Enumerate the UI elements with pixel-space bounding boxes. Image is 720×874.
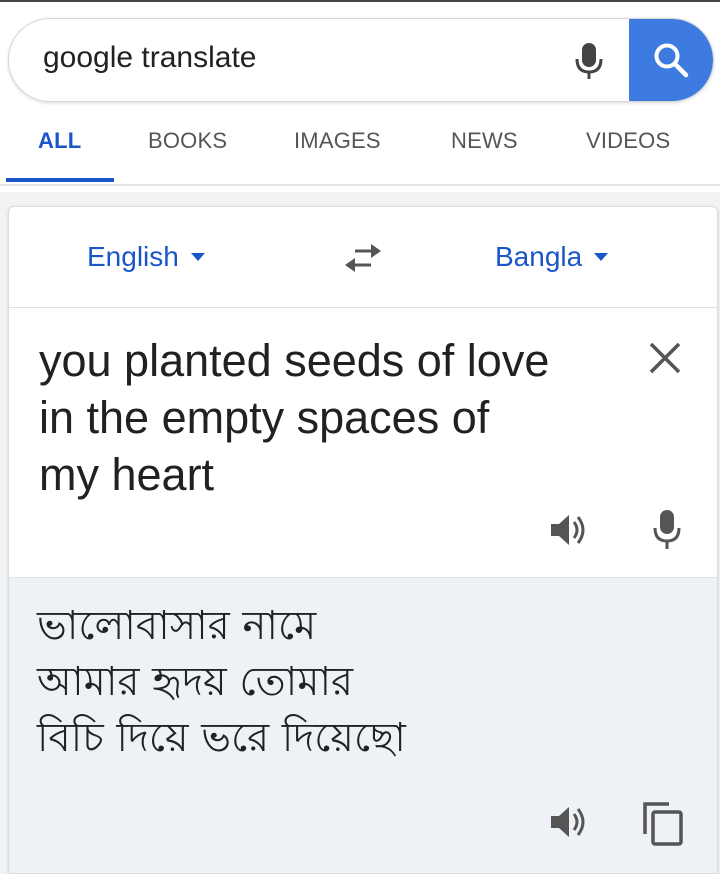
mic-icon[interactable]	[569, 39, 609, 83]
translate-card: English Bangla you planted seeds of love…	[8, 206, 718, 874]
source-text-panel: you planted seeds of love in the empty s…	[9, 308, 717, 576]
translated-line: বিচি দিয়ে ভরে দিয়েছো	[37, 715, 406, 761]
search-button[interactable]	[629, 19, 713, 101]
speaker-icon[interactable]	[547, 800, 591, 844]
speaker-icon[interactable]	[547, 508, 591, 552]
target-language-dropdown[interactable]: Bangla	[495, 241, 609, 273]
tab-books[interactable]: BOOKS	[148, 128, 227, 154]
language-selector-row: English Bangla	[9, 207, 717, 308]
tab-news[interactable]: NEWS	[451, 128, 518, 154]
target-language-label: Bangla	[495, 241, 583, 272]
search-bar[interactable]: google translate	[8, 18, 714, 102]
tab-videos[interactable]: VIDEOS	[586, 128, 670, 154]
search-icon	[654, 43, 689, 78]
active-tab-indicator	[6, 178, 114, 182]
translated-line: আমার হৃদয় তোমার	[37, 659, 354, 705]
swap-languages-icon[interactable]	[341, 241, 385, 275]
translated-line: ভালোবাসার নামে	[37, 603, 317, 649]
chevron-down-icon	[190, 252, 205, 261]
chevron-down-icon	[594, 252, 609, 261]
translation-panel: ভালোবাসার নামে আমার হৃদয় তোমার বিচি দিয…	[9, 577, 717, 873]
search-input[interactable]: google translate	[43, 41, 257, 75]
source-language-dropdown[interactable]: English	[87, 241, 205, 273]
header-divider	[0, 184, 720, 186]
translated-text: ভালোবাসার নামে আমার হৃদয় তোমার বিচি দিয…	[37, 598, 557, 766]
copy-icon[interactable]	[639, 798, 687, 848]
source-language-label: English	[87, 241, 179, 272]
mic-icon[interactable]	[649, 506, 685, 554]
search-tabs: ALL BOOKS IMAGES NEWS VIDEOS	[0, 128, 720, 168]
source-text-input[interactable]: you planted seeds of love in the empty s…	[39, 332, 559, 503]
tab-images[interactable]: IMAGES	[294, 128, 381, 154]
close-icon[interactable]	[647, 340, 683, 376]
tab-all[interactable]: ALL	[38, 128, 81, 154]
